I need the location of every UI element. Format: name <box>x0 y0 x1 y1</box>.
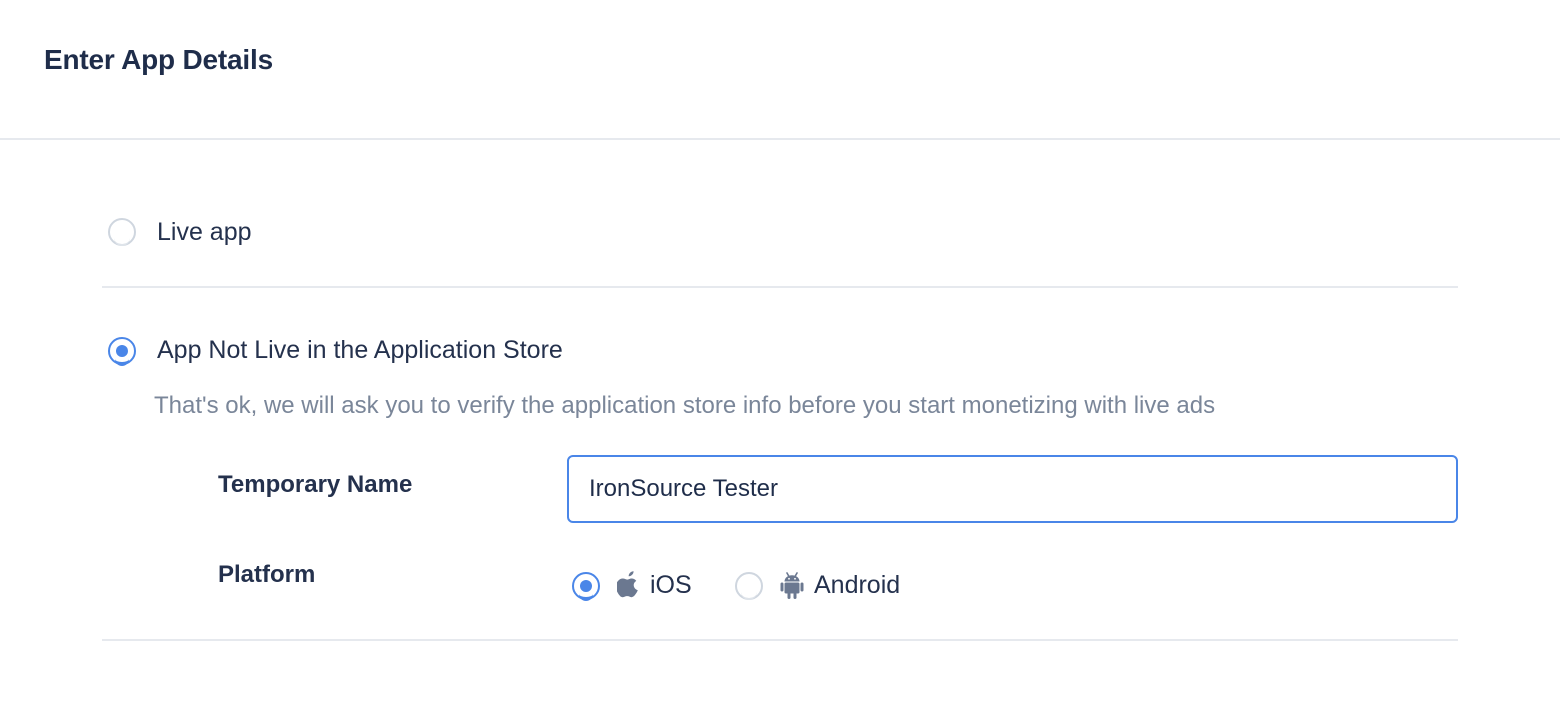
section-bottom-divider <box>102 639 1458 641</box>
live-app-label[interactable]: Live app <box>157 218 252 247</box>
app-details-page: Enter App Details Live app App Not Live … <box>0 0 1560 710</box>
temporary-name-input[interactable] <box>567 455 1458 523</box>
page-header: Enter App Details <box>0 0 1560 140</box>
temporary-name-label: Temporary Name <box>218 471 413 498</box>
app-not-live-label[interactable]: App Not Live in the Application Store <box>157 336 563 365</box>
platform-android-radio[interactable] <box>735 572 763 600</box>
platform-ios-radio[interactable] <box>572 572 600 601</box>
android-icon <box>780 572 804 599</box>
app-not-live-hint: That's ok, we will ask you to verify the… <box>154 392 1216 419</box>
live-app-radio[interactable] <box>108 218 136 246</box>
app-not-live-radio[interactable] <box>108 337 136 366</box>
apple-icon <box>617 571 638 598</box>
platform-label: Platform <box>218 561 316 588</box>
option-divider <box>102 286 1458 288</box>
platform-android-label[interactable]: Android <box>814 571 900 600</box>
page-title: Enter App Details <box>44 44 273 75</box>
platform-ios-label[interactable]: iOS <box>650 571 692 600</box>
